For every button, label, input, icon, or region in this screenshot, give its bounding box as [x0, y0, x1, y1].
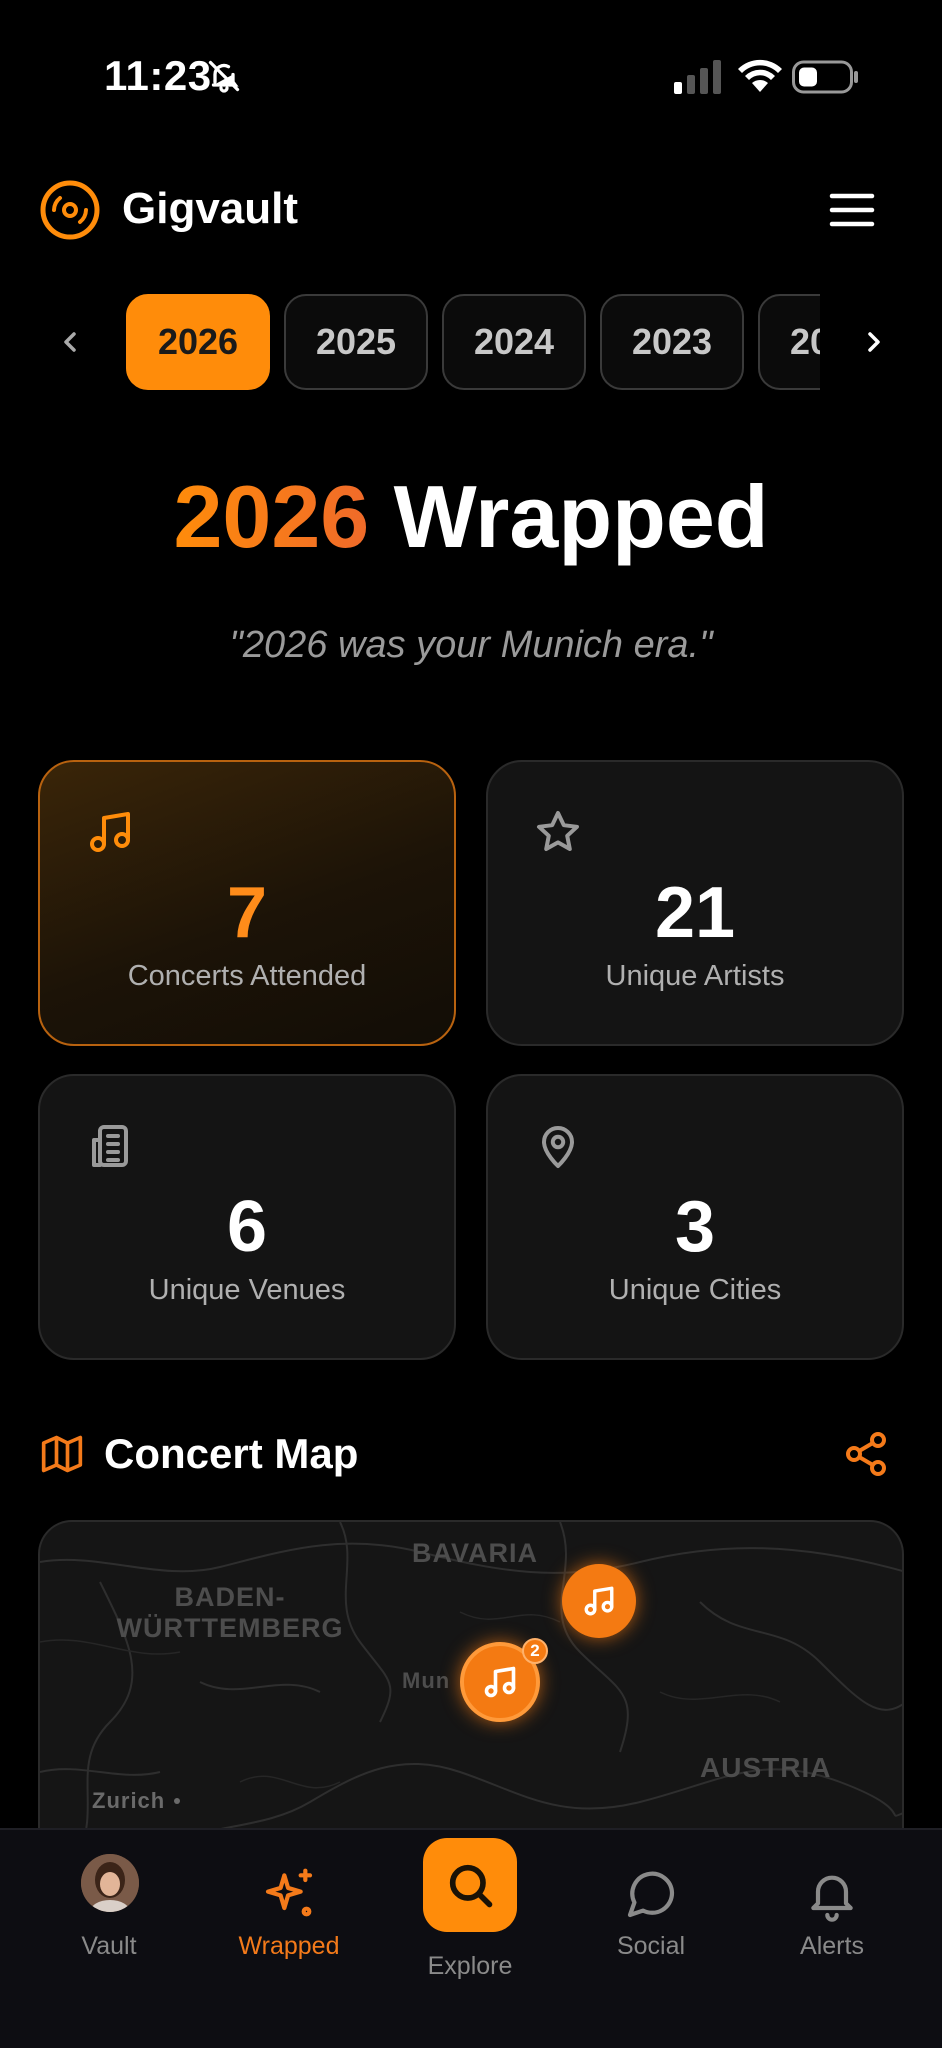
nav-label: Vault	[81, 1932, 137, 1960]
nav-alerts[interactable]: Alerts	[752, 1830, 912, 1990]
gigvault-logo-icon	[40, 180, 100, 240]
section-title: Concert Map	[104, 1430, 359, 1477]
stat-card-concerts[interactable]: 7 Concerts Attended	[38, 760, 456, 1046]
year-tabs-viewport: 2026 2025 2024 2023 2022	[126, 294, 820, 392]
nav-social[interactable]: Social	[571, 1830, 731, 1990]
map-label-austria: AUSTRIA	[700, 1752, 832, 1783]
stat-value: 21	[654, 873, 736, 953]
stat-value: 6	[226, 1187, 268, 1267]
nav-label: Explore	[427, 1952, 513, 1980]
pin-count-badge: 2	[522, 1638, 548, 1664]
signal-icon	[674, 60, 721, 94]
title-suffix: Wrapped	[369, 467, 769, 566]
nav-vault[interactable]: Vault	[29, 1830, 189, 1990]
year-tab-2024[interactable]: 2024	[442, 294, 586, 390]
location-pin-icon	[542, 1126, 574, 1168]
bell-icon	[811, 1875, 853, 1922]
explore-button[interactable]	[423, 1838, 517, 1932]
nav-label: Wrapped	[238, 1932, 340, 1960]
battery-icon	[792, 60, 858, 94]
music-note-icon	[584, 1586, 614, 1616]
hamburger-menu-icon[interactable]	[828, 186, 876, 234]
share-icon[interactable]	[842, 1430, 890, 1478]
nav-label: Social	[616, 1932, 686, 1960]
stat-card-cities[interactable]: 3 Unique Cities	[486, 1074, 904, 1360]
year-tab-2026[interactable]: 2026	[126, 294, 270, 390]
bottom-nav: Vault Wrapped Explore Social Alerts	[0, 1828, 942, 2048]
year-tab-2022[interactable]: 2022	[758, 294, 820, 390]
building-icon	[92, 1125, 128, 1167]
city-dot	[174, 1798, 180, 1804]
stat-value: 3	[674, 1187, 716, 1267]
chat-bubble-icon	[627, 1871, 675, 1918]
tagline: "2026 was your Munich era."	[229, 624, 713, 666]
stat-card-artists[interactable]: 21 Unique Artists	[486, 760, 904, 1046]
nav-label: Alerts	[800, 1932, 864, 1960]
year-tab-2023[interactable]: 2023	[600, 294, 744, 390]
page-title: 2026 Wrapped	[0, 466, 942, 568]
chevron-right-icon[interactable]	[846, 314, 902, 370]
star-icon	[537, 811, 579, 851]
status-time: 11:23	[104, 52, 212, 99]
concert-map-header: Concert Map	[0, 1420, 942, 1488]
chevron-left-icon[interactable]	[42, 314, 98, 370]
app-header: Gigvault	[0, 170, 942, 250]
stat-label: Unique Venues	[148, 1274, 346, 1306]
avatar	[81, 1854, 139, 1912]
title-year: 2026	[173, 467, 370, 566]
stat-label: Unique Artists	[605, 960, 785, 992]
nav-wrapped[interactable]: Wrapped	[209, 1830, 369, 1990]
nav-explore[interactable]: Explore	[390, 1830, 550, 1990]
music-note-icon	[484, 1666, 516, 1698]
stat-label: Concerts Attended	[127, 960, 367, 992]
map-label-zurich: Zurich	[92, 1788, 166, 1813]
concert-map[interactable]: BAVARIA BADEN- WÜRTTEMBERG Mun AUSTRIA Z…	[38, 1520, 904, 1850]
stat-value: 7	[226, 873, 268, 953]
search-icon	[449, 1864, 493, 1908]
map-pin[interactable]	[562, 1564, 636, 1638]
year-selector: 2026 2025 2024 2023 2022	[0, 294, 942, 392]
bell-off-icon	[208, 60, 240, 93]
brand-name: Gigvault	[122, 184, 299, 233]
sparkles-icon	[265, 1868, 313, 1917]
year-tabs: 2026 2025 2024 2023 2022	[126, 294, 820, 392]
stat-card-venues[interactable]: 6 Unique Venues	[38, 1074, 456, 1360]
wifi-icon	[738, 59, 782, 92]
status-bar: 11:23	[0, 0, 942, 150]
map-label-munich: Mun	[402, 1668, 451, 1693]
map-label-baden: BADEN- WÜRTTEMBERG	[116, 1582, 344, 1644]
map-icon	[41, 1435, 83, 1473]
year-tab-2025[interactable]: 2025	[284, 294, 428, 390]
map-pin-munich[interactable]: 2	[460, 1638, 548, 1722]
stat-label: Unique Cities	[608, 1274, 782, 1306]
map-label-bavaria: BAVARIA	[412, 1538, 538, 1568]
music-note-icon	[90, 812, 130, 852]
